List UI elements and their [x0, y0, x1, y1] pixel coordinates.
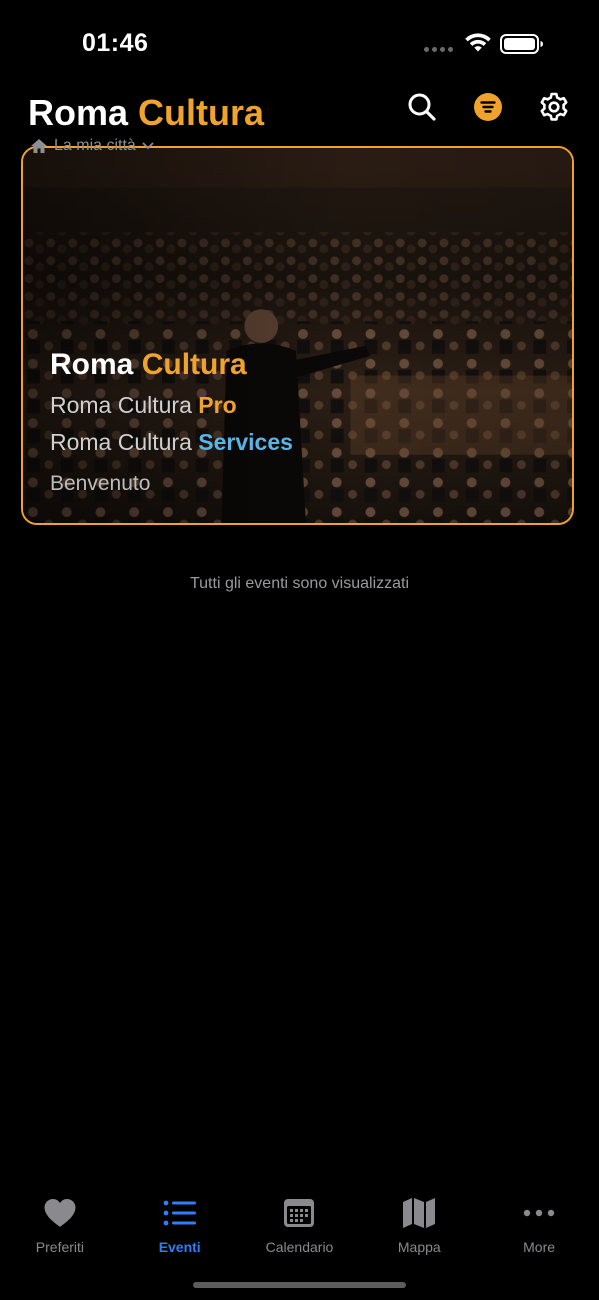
filter-button[interactable]	[470, 89, 506, 125]
app-title-primary: Roma	[28, 92, 129, 133]
city-selector[interactable]: La mia città	[30, 137, 154, 155]
hero-services-label: Roma Cultura	[50, 429, 192, 455]
list-icon	[163, 1200, 196, 1226]
hero-title-accent: Cultura	[141, 348, 247, 381]
hero-pro-line: Roma Cultura Pro	[50, 392, 293, 419]
hero-services-line: Roma Cultura Services	[50, 429, 293, 456]
wifi-icon	[465, 33, 491, 52]
filter-icon	[474, 93, 502, 121]
hero-title-primary: Roma	[50, 348, 134, 381]
search-icon	[408, 93, 436, 121]
tab-label: Preferiti	[35, 1239, 85, 1255]
hero-services-accent: Services	[198, 429, 293, 455]
hero-card[interactable]: Roma Cultura Roma Cultura Pro Roma Cultu…	[21, 146, 574, 525]
tab-more[interactable]: More	[479, 1180, 599, 1300]
hero-welcome: Benvenuto	[50, 472, 151, 495]
hero-title: Roma Cultura	[50, 348, 293, 382]
heart-icon	[44, 1199, 76, 1227]
search-button[interactable]	[404, 89, 440, 125]
cellular-signal-icon	[424, 47, 453, 52]
chevron-down-icon	[142, 142, 154, 150]
status-time: 01:46	[82, 29, 149, 57]
settings-button[interactable]	[536, 89, 572, 125]
home-icon	[31, 139, 47, 153]
hero-pro-label: Roma Cultura	[50, 392, 192, 418]
map-icon	[403, 1198, 436, 1228]
settings-gear-icon	[540, 92, 568, 121]
status-bar: 01:46	[0, 0, 599, 90]
empty-events-message: Tutti gli eventi sono visualizzati	[189, 575, 410, 592]
hero-text-block: Roma Cultura Roma Cultura Pro Roma Cultu…	[50, 348, 293, 496]
battery-icon	[500, 34, 543, 54]
app-title: Roma Cultura	[28, 92, 264, 134]
tab-label: Eventi	[158, 1239, 201, 1255]
more-icon	[523, 1209, 555, 1217]
tab-label: More	[523, 1239, 556, 1255]
tab-label: Mappa	[397, 1239, 441, 1255]
screen: 01:46 Roma Cultura La mia città Roma Cul…	[0, 0, 599, 1300]
calendar-icon	[284, 1199, 315, 1227]
tab-label: Calendario	[265, 1239, 334, 1255]
app-title-accent: Cultura	[138, 92, 265, 133]
hero-pro-accent: Pro	[198, 392, 237, 418]
city-label: La mia città	[54, 137, 136, 154]
tab-preferiti[interactable]: Preferiti	[0, 1180, 120, 1300]
home-indicator[interactable]	[193, 1282, 406, 1288]
